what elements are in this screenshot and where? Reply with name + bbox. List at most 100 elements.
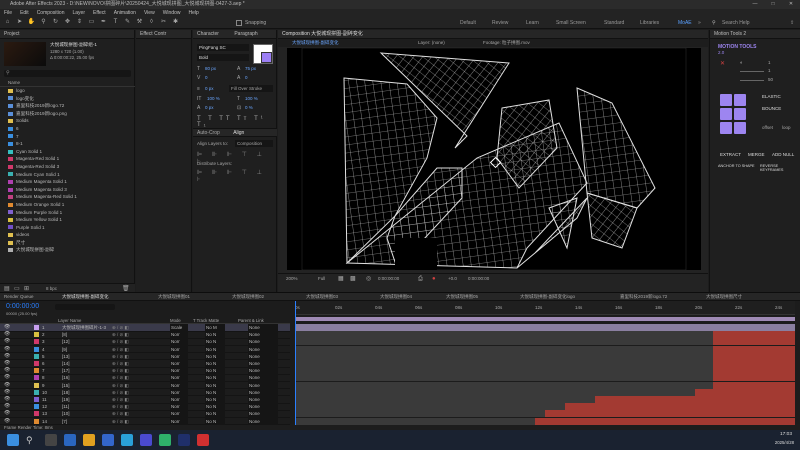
horizontal-scale-value[interactable]: 100 % — [245, 96, 258, 101]
workspace-menu-icon[interactable]: » — [698, 17, 701, 29]
easing-button-3[interactable] — [720, 108, 732, 120]
layer-animated-region[interactable] — [713, 352, 795, 360]
stroke-mode-select[interactable]: Fill Over Stroke — [229, 85, 273, 92]
snapping-checkbox[interactable] — [236, 20, 242, 26]
zoom-select[interactable]: 200% — [286, 274, 298, 284]
layer-color-label[interactable] — [34, 346, 39, 352]
layer-animated-region[interactable] — [695, 388, 795, 396]
close-icon[interactable]: ✕ — [720, 60, 725, 67]
item-color-label[interactable] — [8, 195, 13, 200]
menu-layer[interactable]: Layer — [72, 10, 85, 16]
motion-tools-tab[interactable]: Motion Tools 2 — [710, 30, 800, 39]
effect-controls-tab[interactable]: Effect Contr — [136, 30, 191, 39]
character-tab[interactable]: Character — [197, 31, 219, 37]
app-icon-2[interactable] — [121, 434, 133, 446]
project-item[interactable]: Magenta-Red Solid 3 — [0, 163, 135, 171]
timeline-tab-9[interactable]: 大悦城现拼图尺寸 — [706, 293, 742, 301]
project-item[interactable]: Medium Yellow Solid 1 — [0, 216, 135, 224]
easing-button-4[interactable] — [734, 108, 746, 120]
layer-color-label[interactable] — [34, 411, 39, 417]
project-item[interactable]: Medium Orange Solid 1 — [0, 201, 135, 209]
workspace-libraries[interactable]: Libraries — [640, 17, 659, 29]
menu-edit[interactable]: Edit — [20, 10, 29, 16]
project-item[interactable]: 8-1 — [0, 140, 135, 148]
layer-color-label[interactable] — [34, 382, 39, 388]
project-item[interactable]: Medium Purple Solid 1 — [0, 209, 135, 217]
dolly-tool-icon[interactable]: ⇕ — [75, 18, 84, 27]
leading-value[interactable]: 75 px — [245, 66, 256, 71]
align-tab[interactable]: Align — [233, 130, 244, 136]
distribute-buttons[interactable]: ⊫ ⊪ ⊩ ⊤ ⊥ ⊦ — [197, 169, 276, 183]
workspace-review[interactable]: Review — [492, 17, 508, 29]
footage-viewer-label[interactable]: Footage: 粒子拼图.mov — [483, 39, 530, 47]
project-item[interactable]: Medium Magenta Solid 3 — [0, 186, 135, 194]
layer-color-label[interactable] — [34, 368, 39, 374]
menu-view[interactable]: View — [144, 10, 155, 16]
anchor-to-shape-button[interactable]: ANCHOR TO SHAPE — [718, 164, 755, 168]
layer-color-label[interactable] — [34, 389, 39, 395]
align-layers-to-select[interactable]: Composition — [235, 140, 273, 147]
layer-duration-bar[interactable] — [295, 324, 795, 331]
project-item[interactable]: 嘉里科技2019新logo.png — [0, 110, 135, 118]
exposure-value[interactable]: +0.0 — [448, 274, 457, 284]
work-area-bar[interactable] — [295, 317, 795, 321]
blend-mode-select[interactable]: Norr — [170, 417, 188, 426]
item-color-label[interactable] — [8, 88, 13, 93]
easing-button-5[interactable] — [720, 122, 732, 134]
roto-tool-icon[interactable]: ✂ — [159, 18, 168, 27]
project-item[interactable]: logo变化 — [0, 95, 135, 103]
font-family-select[interactable]: PingFang SC — [197, 44, 249, 51]
motion-slider-3[interactable] — [740, 80, 764, 81]
time-ruler[interactable]: 0s 02s 04s 06s 08s 10s 12s 14s 16s 18s 20s 22s 24s — [295, 301, 795, 315]
easing-button-2[interactable] — [734, 94, 746, 106]
layer-animated-region[interactable] — [713, 338, 795, 346]
extract-button[interactable]: EXTRACT — [720, 152, 741, 157]
app-icon-4[interactable] — [159, 434, 171, 446]
project-item[interactable]: 尺寸 — [0, 239, 135, 247]
layer-animated-region[interactable] — [713, 331, 795, 339]
baseline-value[interactable]: 0 px — [205, 105, 214, 110]
reverse-keyframes-button[interactable]: REVERSE KEYFRAMES — [760, 164, 800, 172]
project-item[interactable]: Medium Magenta Solid 1 — [0, 178, 135, 186]
motion-value-1[interactable]: 1 — [768, 60, 771, 65]
pan-tool-icon[interactable]: ✥ — [63, 18, 72, 27]
layer-color-label[interactable] — [34, 325, 39, 330]
layer-color-label[interactable] — [34, 361, 39, 366]
layer-animated-region[interactable] — [535, 417, 795, 425]
selection-tool-icon[interactable]: ➤ — [15, 18, 24, 27]
menu-help[interactable]: Help — [188, 10, 198, 16]
motion-slider-2[interactable] — [740, 71, 764, 72]
app-icon-1[interactable] — [102, 434, 114, 446]
stroke-width-value[interactable]: 0 px — [205, 86, 214, 91]
layer-color-label[interactable] — [34, 397, 39, 402]
auto-crop-tab[interactable]: Auto-Crop — [197, 130, 220, 136]
interpret-footage-icon[interactable]: ▤ — [4, 285, 10, 292]
layer-animated-region[interactable] — [713, 381, 795, 389]
layer-animated-region[interactable] — [565, 403, 795, 411]
item-color-label[interactable] — [8, 111, 13, 116]
menu-file[interactable]: File — [4, 10, 12, 16]
close-button[interactable]: ✕ — [782, 0, 800, 9]
menu-animation[interactable]: Animation — [114, 10, 136, 16]
slider-icon[interactable]: ◐ — [740, 60, 743, 66]
track-matte-header[interactable]: T Track Matte — [193, 317, 219, 324]
minimize-button[interactable]: — — [746, 0, 764, 9]
timeline-tab-7[interactable]: 大悦城现拼图-副碎变化logo — [520, 293, 575, 301]
project-item[interactable]: 大悦城现拼图-副碎 — [0, 246, 135, 254]
workspace-moae[interactable]: MoAE — [678, 17, 692, 29]
orbit-tool-icon[interactable]: ↻ — [51, 18, 60, 27]
composition-canvas[interactable] — [287, 47, 701, 273]
layer-viewer-label[interactable]: Layer: (none) — [418, 39, 445, 47]
search-help-input[interactable]: Search Help — [722, 17, 750, 29]
composition-tab[interactable]: Composition 大悦城现拼图-副碎变化 — [278, 30, 708, 39]
hand-tool-icon[interactable]: ✋ — [27, 18, 36, 27]
paragraph-tab[interactable]: Paragraph — [234, 31, 257, 37]
layer-color-label[interactable] — [34, 375, 39, 381]
pen-tool-icon[interactable]: ✒ — [99, 18, 108, 27]
project-item[interactable]: 6 — [0, 125, 135, 133]
project-item[interactable]: logo — [0, 87, 135, 95]
type-tool-icon[interactable]: T — [111, 18, 120, 27]
timeline-timecode[interactable]: 0:00:00:00 — [6, 303, 39, 310]
stroke-color-swatch[interactable] — [261, 52, 272, 63]
menu-effect[interactable]: Effect — [93, 10, 106, 16]
